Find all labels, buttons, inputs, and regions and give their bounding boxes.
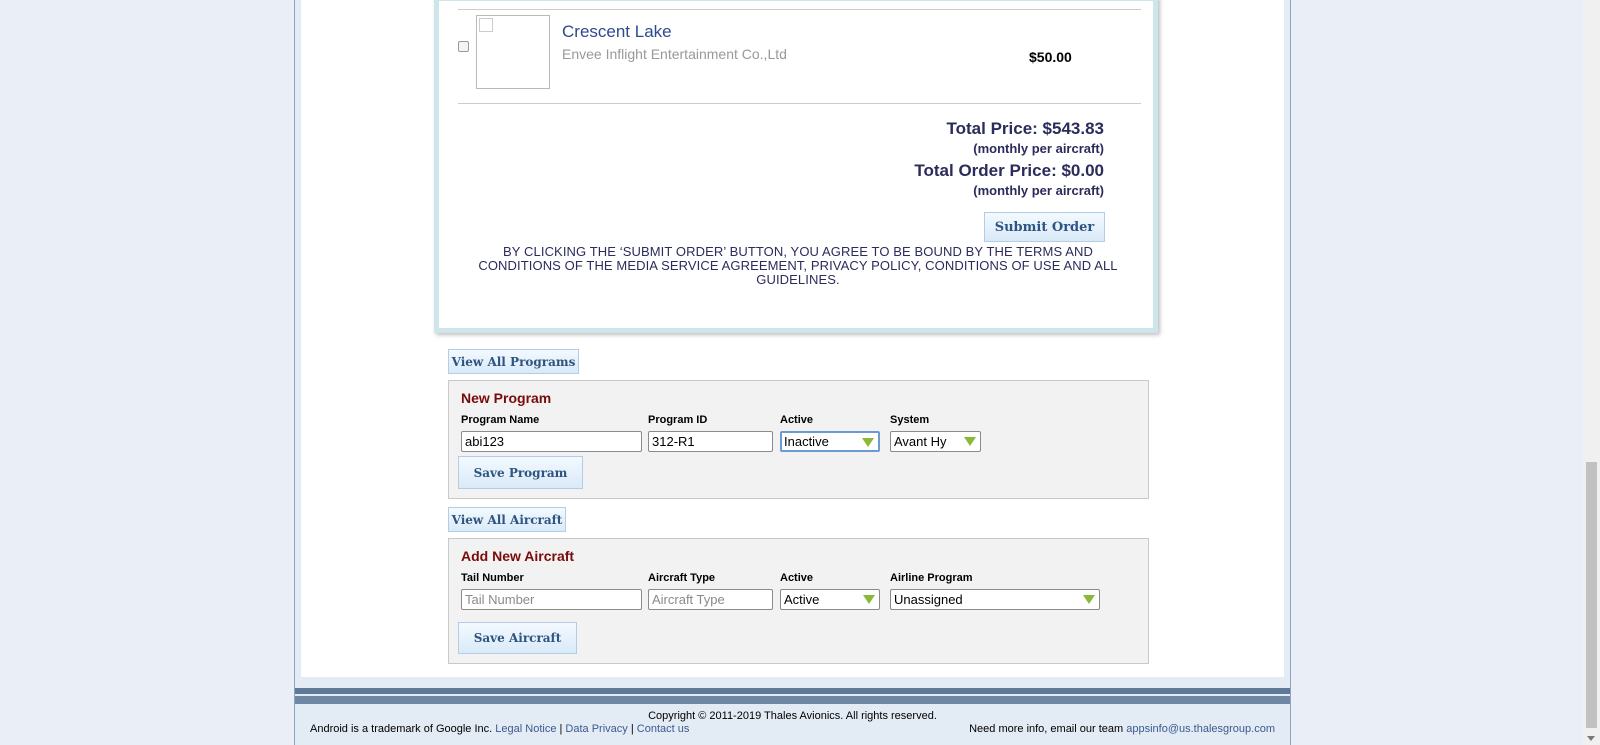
- system-label: System: [890, 414, 930, 426]
- contact-us-link[interactable]: Contact us: [637, 723, 690, 735]
- aircraft-type-input[interactable]: [648, 589, 773, 610]
- link-separator: |: [559, 723, 563, 735]
- page-container: Crescent Lake Envee Inflight Entertainme…: [294, 0, 1291, 745]
- form-title: Add New Aircraft: [461, 548, 575, 564]
- airline-program-label: Airline Program: [890, 572, 973, 584]
- program-id-label: Program ID: [648, 414, 708, 426]
- total-price-note: (monthly per aircraft): [973, 141, 1104, 156]
- select-value: Active: [784, 592, 820, 607]
- vertical-scrollbar[interactable]: [1583, 0, 1600, 745]
- item-vendor: Envee Inflight Entertainment Co.,Ltd: [562, 46, 787, 62]
- dropdown-arrow-icon: [964, 437, 976, 446]
- select-value: Inactive: [784, 434, 829, 449]
- total-order-price-note: (monthly per aircraft): [973, 183, 1104, 198]
- scrollbar-thumb[interactable]: [1586, 462, 1597, 728]
- link-separator: |: [630, 723, 634, 735]
- item-thumbnail-image: [476, 15, 550, 89]
- item-title[interactable]: Crescent Lake: [562, 22, 672, 42]
- program-active-select[interactable]: Inactive: [780, 431, 880, 452]
- aircraft-active-label: Active: [780, 572, 814, 584]
- save-aircraft-button[interactable]: Save Aircraft: [458, 622, 577, 654]
- terms-notice: BY CLICKING THE ‘SUBMIT ORDER’ BUTTON, Y…: [478, 244, 1118, 287]
- copyright-text: Copyright © 2011-2019 Thales Avionics. A…: [648, 710, 937, 722]
- tail-number-input[interactable]: [461, 589, 642, 610]
- dropdown-arrow-icon: [863, 595, 875, 604]
- form-title: New Program: [461, 390, 552, 406]
- android-trademark-note: Android is a trademark of Google Inc.: [310, 723, 493, 735]
- footer-band: [295, 696, 1290, 704]
- view-all-aircraft-button[interactable]: View All Aircraft: [448, 507, 566, 532]
- add-aircraft-form: Add New Aircraft Tail Number Aircraft Ty…: [448, 538, 1149, 664]
- program-active-label: Active: [780, 414, 814, 426]
- submit-order-button[interactable]: Submit Order: [984, 212, 1105, 242]
- total-order-price-block: Total Order Price: $0.00 (monthly per ai…: [914, 161, 1104, 198]
- divider: [458, 9, 1141, 10]
- save-program-button[interactable]: Save Program: [458, 456, 583, 489]
- aircraft-active-select[interactable]: Active: [780, 589, 880, 610]
- new-program-form: New Program Program Name Program ID Acti…: [448, 380, 1149, 499]
- airline-program-select[interactable]: Unassigned: [890, 589, 1100, 610]
- content-area: Crescent Lake Envee Inflight Entertainme…: [301, 0, 1284, 677]
- scroll-down-arrow-icon[interactable]: [1587, 736, 1595, 741]
- system-select[interactable]: Avant Hy: [890, 431, 981, 452]
- contact-email-link[interactable]: appsinfo@us.thalesgroup.com: [1126, 723, 1275, 735]
- cart-panel: Crescent Lake Envee Inflight Entertainme…: [434, 0, 1158, 333]
- tail-number-label: Tail Number: [461, 572, 524, 584]
- dropdown-arrow-icon: [862, 438, 874, 447]
- item-checkbox[interactable]: [458, 41, 469, 52]
- footer-band: [295, 688, 1290, 694]
- dropdown-arrow-icon: [1083, 595, 1095, 604]
- program-name-input[interactable]: [461, 431, 642, 452]
- select-value: Unassigned: [894, 592, 963, 607]
- view-all-programs-button[interactable]: View All Programs: [448, 349, 579, 374]
- program-name-label: Program Name: [461, 414, 540, 426]
- data-privacy-link[interactable]: Data Privacy: [565, 723, 627, 735]
- total-order-price: Total Order Price: $0.00: [914, 161, 1104, 180]
- divider: [458, 103, 1141, 104]
- item-price: $50.00: [1029, 49, 1072, 65]
- footer-contact: Need more info, email our team appsinfo@…: [969, 723, 1275, 735]
- select-value: Avant Hy: [894, 434, 947, 449]
- program-id-input[interactable]: [648, 431, 773, 452]
- legal-notice-link[interactable]: Legal Notice: [495, 723, 556, 735]
- footer-links: Android is a trademark of Google Inc. Le…: [310, 723, 689, 735]
- more-info-text: Need more info, email our team: [969, 723, 1124, 735]
- aircraft-type-label: Aircraft Type: [648, 572, 716, 584]
- total-price-block: Total Price: $543.83 (monthly per aircra…: [947, 119, 1105, 156]
- total-price: Total Price: $543.83: [946, 119, 1105, 138]
